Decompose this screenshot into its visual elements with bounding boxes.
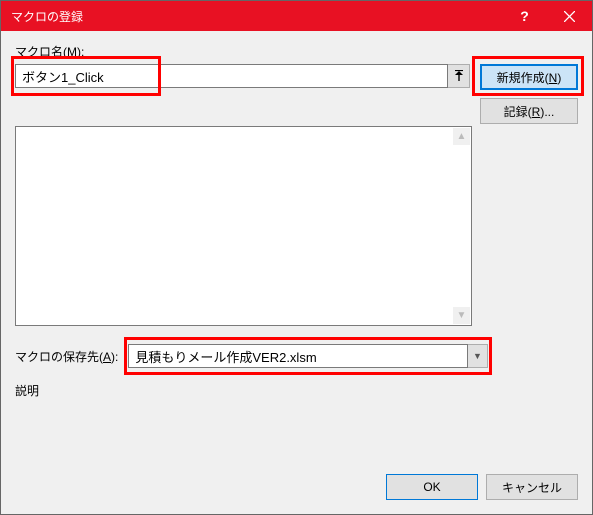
label-text: ):	[111, 350, 118, 364]
macro-name-label: マクロ名(M):	[15, 43, 578, 60]
button-text: )...	[540, 105, 554, 119]
help-button[interactable]: ?	[502, 1, 547, 31]
reference-button[interactable]	[448, 64, 470, 88]
collapse-dialog-icon	[453, 70, 465, 82]
titlebar: マクロの登録 ?	[1, 1, 592, 31]
store-row: マクロの保存先(A): 見積もりメール作成VER2.xlsm ▼	[15, 344, 578, 368]
dialog-window: マクロの登録 ? マクロ名(M): 新規作成(N)	[0, 0, 593, 515]
label-accelerator: M	[67, 45, 77, 59]
new-button[interactable]: 新規作成(N)	[480, 64, 578, 90]
store-select[interactable]: 見積もりメール作成VER2.xlsm	[128, 344, 468, 368]
side-buttons: 新規作成(N) 記録(R)...	[480, 64, 578, 124]
chevron-down-icon: ▼	[473, 351, 482, 361]
scroll-up-button[interactable]: ▲	[453, 128, 470, 145]
button-text: 記録(	[504, 105, 532, 119]
macro-name-input[interactable]	[15, 64, 448, 88]
button-text: )	[557, 71, 561, 85]
label-text: ):	[77, 45, 84, 59]
record-button[interactable]: 記録(R)...	[480, 98, 578, 124]
dropdown-button[interactable]: ▼	[468, 344, 488, 368]
label-text: マクロ名(	[15, 45, 67, 59]
button-text: 新規作成(	[497, 71, 549, 85]
store-label: マクロの保存先(A):	[15, 348, 118, 365]
macro-name-left	[15, 64, 470, 88]
dialog-body: マクロ名(M): 新規作成(N) 記録(R)...	[1, 31, 592, 514]
description-label: 説明	[15, 382, 578, 399]
scroll-down-button[interactable]: ▼	[453, 307, 470, 324]
window-title: マクロの登録	[1, 8, 502, 25]
macro-name-input-wrap	[15, 64, 470, 88]
label-accelerator: A	[103, 350, 111, 364]
close-icon	[564, 11, 575, 22]
description-area	[15, 399, 578, 466]
label-text: マクロの保存先(	[15, 350, 103, 364]
ok-button[interactable]: OK	[386, 474, 478, 500]
macro-list[interactable]: ▲ ▼	[15, 126, 472, 326]
store-select-wrap: 見積もりメール作成VER2.xlsm ▼	[128, 344, 488, 368]
close-button[interactable]	[547, 1, 592, 31]
macro-name-row: 新規作成(N) 記録(R)...	[15, 64, 578, 124]
dialog-footer: OK キャンセル	[15, 474, 578, 500]
cancel-button[interactable]: キャンセル	[486, 474, 578, 500]
